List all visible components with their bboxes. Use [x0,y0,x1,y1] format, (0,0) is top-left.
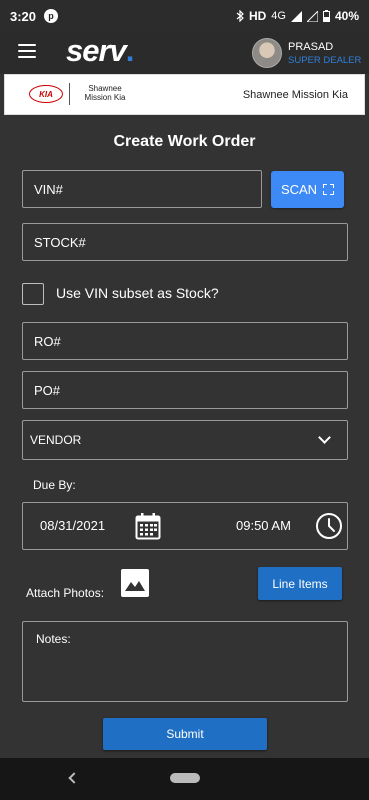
submit-button[interactable]: Submit [103,718,267,750]
po-placeholder: PO# [34,382,61,398]
logo-dot: . [125,33,135,68]
submit-label: Submit [166,727,204,741]
line-items-button[interactable]: Line Items [258,567,342,600]
notification-icon: p [44,9,59,23]
network-type: HD [248,9,267,23]
home-pill-icon[interactable] [170,773,200,783]
user-name: PRASAD [288,41,334,53]
stock-placeholder: STOCK# [34,234,86,250]
photo-icon[interactable] [121,569,149,597]
ro-placeholder: RO# [34,333,61,349]
back-icon[interactable] [68,772,80,784]
avatar[interactable] [252,38,282,68]
vendor-select[interactable]: VENDOR [22,420,348,460]
app-bar: serv. PRASAD SUPER DEALER [0,32,369,74]
vin-subset-checkbox[interactable] [22,283,44,305]
system-nav-bar [0,758,369,800]
clock-icon[interactable] [315,512,343,540]
due-by-label: Due By: [33,478,76,492]
vin-input[interactable]: VIN# [22,170,262,208]
menu-icon[interactable] [18,44,36,58]
user-role: SUPER DEALER [288,55,362,66]
status-bar: 3:20 p HD 4G 40% [0,0,369,32]
signal-icon [290,10,302,22]
dealer-divider [69,83,70,105]
ro-input[interactable]: RO# [22,322,348,360]
notes-textarea[interactable] [22,621,348,702]
serv-logo: serv. [66,33,135,69]
calendar-icon[interactable] [135,512,161,540]
scan-frame-icon [323,184,335,195]
due-time-value[interactable]: 09:50 AM [236,518,291,533]
due-date-value[interactable]: 08/31/2021 [40,518,105,533]
signal-type: 4G [271,10,286,22]
dealer-bar: KIA Shawnee Mission Kia Shawnee Mission … [4,74,365,115]
kia-logo: KIA [29,85,63,103]
battery-icon [322,10,330,22]
dealer-logo-name: Shawnee Mission Kia [84,84,126,102]
vendor-value: VENDOR [30,433,82,447]
line-items-label: Line Items [272,576,328,591]
page-title: Create Work Order [113,133,256,150]
scan-button[interactable]: SCAN [271,171,344,208]
battery-level: 40% [334,9,359,23]
scan-label: SCAN [280,182,318,197]
status-indicators: HD 4G 40% [236,9,359,23]
stock-input[interactable]: STOCK# [22,223,348,261]
bluetooth-icon [236,10,244,22]
po-input[interactable]: PO# [22,371,348,409]
attach-photos-label: Attach Photos: [26,586,105,600]
wifi-off-icon [306,10,318,22]
vin-placeholder: VIN# [34,181,63,197]
notes-label: Notes: [36,632,71,646]
vin-subset-label: Use VIN subset as Stock? [56,285,219,301]
dealer-name: Shawnee Mission Kia [242,89,348,101]
status-time: 3:20 [10,8,37,24]
logo-text: serv [66,33,127,68]
